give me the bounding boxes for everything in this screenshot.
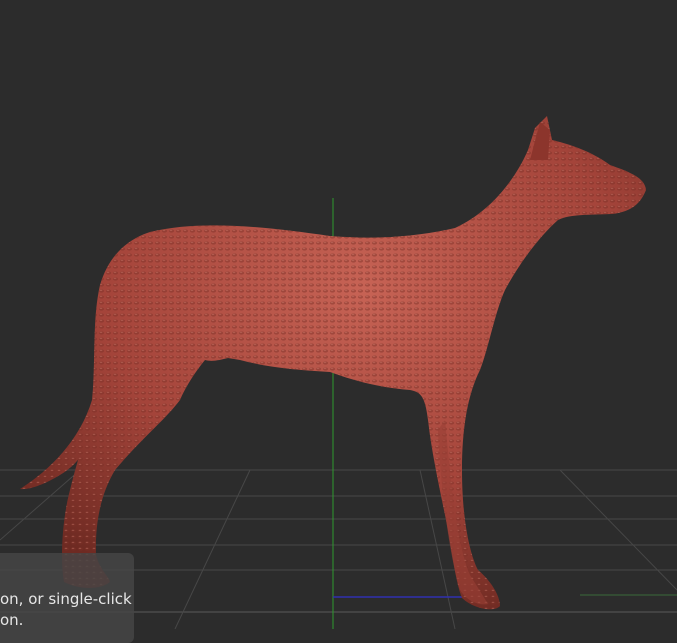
tooltip-line-1: on, or single-click (0, 590, 132, 608)
help-tooltip: on, or single-click on. (0, 553, 134, 643)
tooltip-line-2: on. (0, 611, 24, 629)
3d-viewport[interactable] (0, 0, 677, 629)
